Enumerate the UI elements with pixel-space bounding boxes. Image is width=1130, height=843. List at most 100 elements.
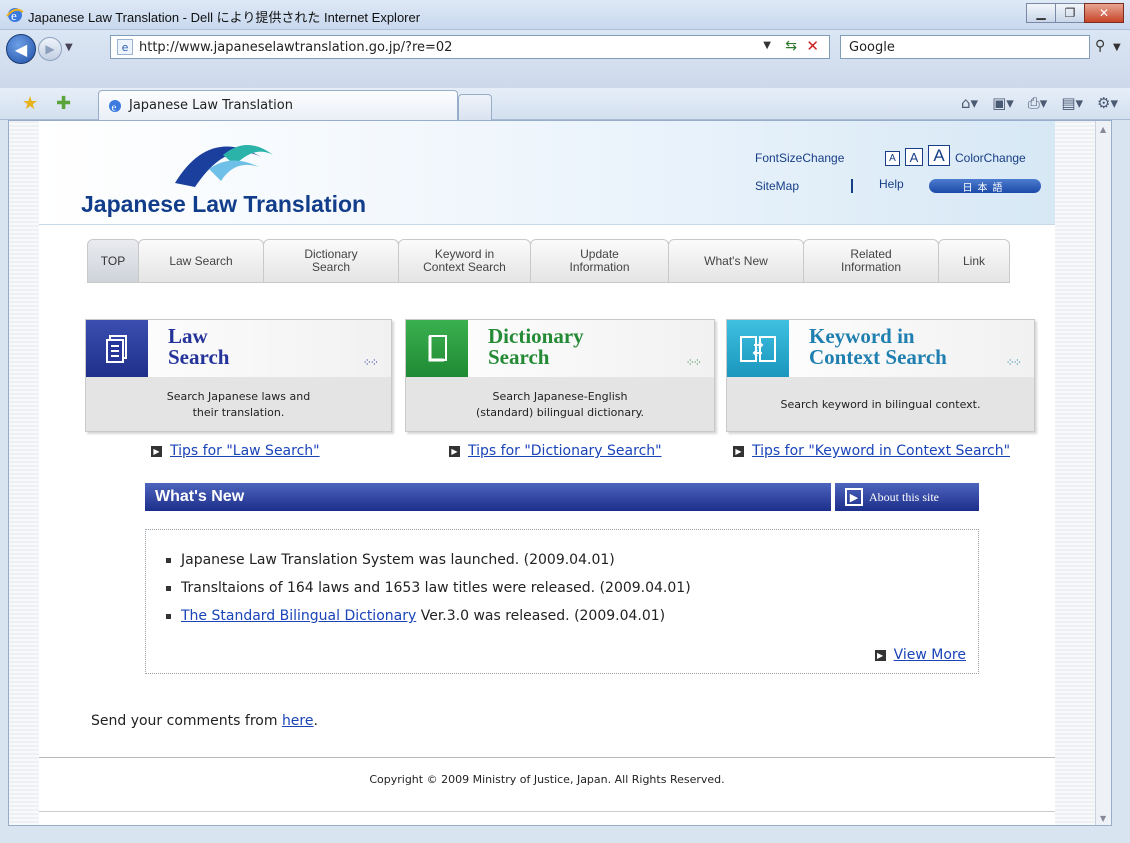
tip-keyword-context-search: ▶ Tips for "Keyword in Context Search"	[733, 443, 1010, 459]
arrow-icon: ▶	[874, 649, 886, 661]
whats-new-box: Japanese Law Translation System was laun…	[145, 529, 979, 674]
dictionary-search-card-title: Dictionary Search	[488, 324, 584, 369]
view-more-link[interactable]: View More	[894, 647, 966, 663]
corner-dots-icon: ⁘⁘	[685, 356, 703, 369]
sitemap-link[interactable]: SiteMap	[755, 179, 799, 193]
nav-dictionary-search[interactable]: Dictionary Search	[263, 239, 399, 283]
tab-row: ★ ✚ e Japanese Law Translation ⌂▾ ▣▾ ⎙▾ …	[0, 88, 1130, 120]
nav-whats-new[interactable]: What's New	[668, 239, 804, 283]
tools-gear-icon[interactable]: ⚙▾	[1097, 94, 1118, 112]
svg-text:e: e	[112, 101, 117, 113]
minimize-button[interactable]: ▁	[1026, 3, 1056, 23]
law-search-card[interactable]: Law Search ⁘⁘ Search Japanese laws and t…	[85, 319, 392, 432]
search-dropdown-icon[interactable]: ▼	[1113, 42, 1121, 53]
page-right-margin	[1055, 121, 1097, 825]
font-size-change-label: FontSizeChange	[755, 151, 845, 165]
nav-related-information[interactable]: Related Information	[803, 239, 939, 283]
tip-law-search: ▶ Tips for "Law Search"	[151, 443, 320, 459]
view-more: ▶ View More	[874, 647, 966, 663]
nav-update-information[interactable]: Update Information	[530, 239, 669, 283]
list-item: Transltaions of 164 laws and 1653 law ti…	[166, 574, 691, 602]
nav-keyword-context-search[interactable]: Keyword in Context Search	[398, 239, 531, 283]
footer-divider	[39, 757, 1055, 758]
window-title: Japanese Law Translation - Dell により提供された…	[28, 10, 421, 25]
font-size-medium-button[interactable]: A	[905, 148, 923, 166]
browser-tab[interactable]: e Japanese Law Translation	[98, 90, 458, 120]
window-titlebar: e Japanese Law Translation - Dell により提供さ…	[0, 0, 1130, 30]
feeds-icon[interactable]: ▣▾	[992, 94, 1014, 112]
nav-law-search[interactable]: Law Search	[138, 239, 264, 283]
nav-top[interactable]: TOP	[87, 239, 139, 283]
page-content: Japanese Law Translation FontSizeChange …	[39, 121, 1055, 825]
page-left-margin	[9, 121, 39, 825]
browser-viewport: Japanese Law Translation FontSizeChange …	[8, 120, 1112, 826]
restore-button[interactable]: ❐	[1055, 3, 1085, 23]
scroll-down-icon[interactable]: ▼	[1100, 814, 1106, 823]
font-size-small-button[interactable]: A	[885, 151, 900, 166]
site-logo-icon[interactable]	[169, 131, 279, 191]
stop-icon[interactable]: ✕	[806, 37, 819, 55]
scroll-up-icon[interactable]: ▲	[1100, 125, 1106, 134]
dictionary-search-card[interactable]: Dictionary Search ⁘⁘ Search Japanese-Eng…	[405, 319, 715, 432]
dictionary-search-card-description: Search Japanese-English (standard) bilin…	[475, 390, 645, 419]
compare-icon	[727, 320, 789, 377]
page-icon: e	[117, 39, 133, 55]
back-button[interactable]: ◀	[6, 34, 36, 64]
arrow-icon: ▶	[151, 445, 162, 457]
footer-divider-bottom	[39, 811, 1055, 812]
corner-dots-icon: ⁘⁘	[362, 356, 380, 369]
tip-dictionary-search: ▶ Tips for "Dictionary Search"	[449, 443, 662, 459]
corner-dots-icon: ⁘⁘	[1005, 356, 1023, 369]
comments-line: Send your comments from here.	[91, 713, 318, 729]
new-tab-button[interactable]	[458, 94, 492, 120]
tip-dictionary-search-link[interactable]: Tips for "Dictionary Search"	[468, 443, 662, 459]
forward-button[interactable]: ▶	[38, 37, 62, 61]
home-icon[interactable]: ⌂▾	[961, 94, 978, 112]
play-arrow-icon: ▶	[845, 488, 863, 506]
whats-new-heading: What's New	[145, 483, 831, 511]
ie-tab-icon: e	[109, 99, 121, 113]
japanese-language-button[interactable]: 日本語	[929, 179, 1041, 194]
site-logo-text[interactable]: Japanese Law Translation	[81, 191, 366, 218]
about-this-site-button[interactable]: ▶ About this site	[835, 483, 979, 511]
favorites-star-icon[interactable]: ★	[22, 93, 38, 114]
history-dropdown-icon[interactable]: ▼	[65, 42, 73, 53]
comments-here-link[interactable]: here	[282, 713, 314, 729]
address-toolbar: ◀ ▶ ▼ e http://www.japaneselawtranslatio…	[0, 30, 1130, 88]
global-nav: TOP Law Search Dictionary Search Keyword…	[87, 239, 1010, 283]
search-icon[interactable]: ⚲	[1095, 38, 1105, 54]
help-link[interactable]: Help	[879, 177, 904, 191]
tip-keyword-context-search-link[interactable]: Tips for "Keyword in Context Search"	[752, 443, 1010, 459]
keyword-context-search-card-title: Keyword in Context Search	[809, 324, 947, 369]
book-icon	[406, 320, 468, 377]
print-icon[interactable]: ⎙▾	[1028, 94, 1048, 112]
vertical-scrollbar[interactable]: ▲ ▼	[1095, 121, 1111, 825]
law-search-card-title: Law Search	[168, 324, 230, 369]
add-favorites-icon[interactable]: ✚	[56, 93, 71, 114]
list-item: Japanese Law Translation System was laun…	[166, 546, 691, 574]
page-menu-icon[interactable]: ▤▾	[1061, 94, 1083, 112]
refresh-icon[interactable]: ⇆	[785, 38, 797, 54]
keyword-context-search-card[interactable]: Keyword in Context Search ⁘⁘ Search keyw…	[726, 319, 1035, 432]
about-this-site-label: About this site	[869, 489, 940, 504]
address-dropdown-icon[interactable]: ▼	[763, 40, 771, 51]
color-change-link[interactable]: ColorChange	[955, 151, 1026, 165]
search-provider-label: Google	[849, 39, 895, 55]
law-search-card-description: Search Japanese laws and their translati…	[166, 390, 311, 419]
address-field[interactable]: e http://www.japaneselawtranslation.go.j…	[110, 35, 830, 59]
keyword-context-search-card-description: Search keyword in bilingual context.	[780, 398, 981, 411]
nav-link[interactable]: Link	[938, 239, 1010, 283]
tab-label: Japanese Law Translation	[129, 98, 293, 113]
copyright-text: Copyright © 2009 Ministry of Justice, Ja…	[369, 773, 725, 786]
ie-icon: e	[6, 8, 24, 23]
close-button[interactable]: ✕	[1084, 3, 1124, 23]
search-input[interactable]: Google	[840, 35, 1090, 59]
bilingual-dictionary-link[interactable]: The Standard Bilingual Dictionary	[181, 602, 416, 630]
font-size-large-button[interactable]: A	[928, 145, 950, 166]
arrow-icon: ▶	[733, 445, 744, 457]
site-header: Japanese Law Translation FontSizeChange …	[39, 121, 1055, 225]
list-item: The Standard Bilingual Dictionary Ver.3.…	[166, 602, 691, 630]
status-bar	[0, 826, 1130, 843]
tip-law-search-link[interactable]: Tips for "Law Search"	[170, 443, 320, 459]
document-icon	[86, 320, 148, 377]
